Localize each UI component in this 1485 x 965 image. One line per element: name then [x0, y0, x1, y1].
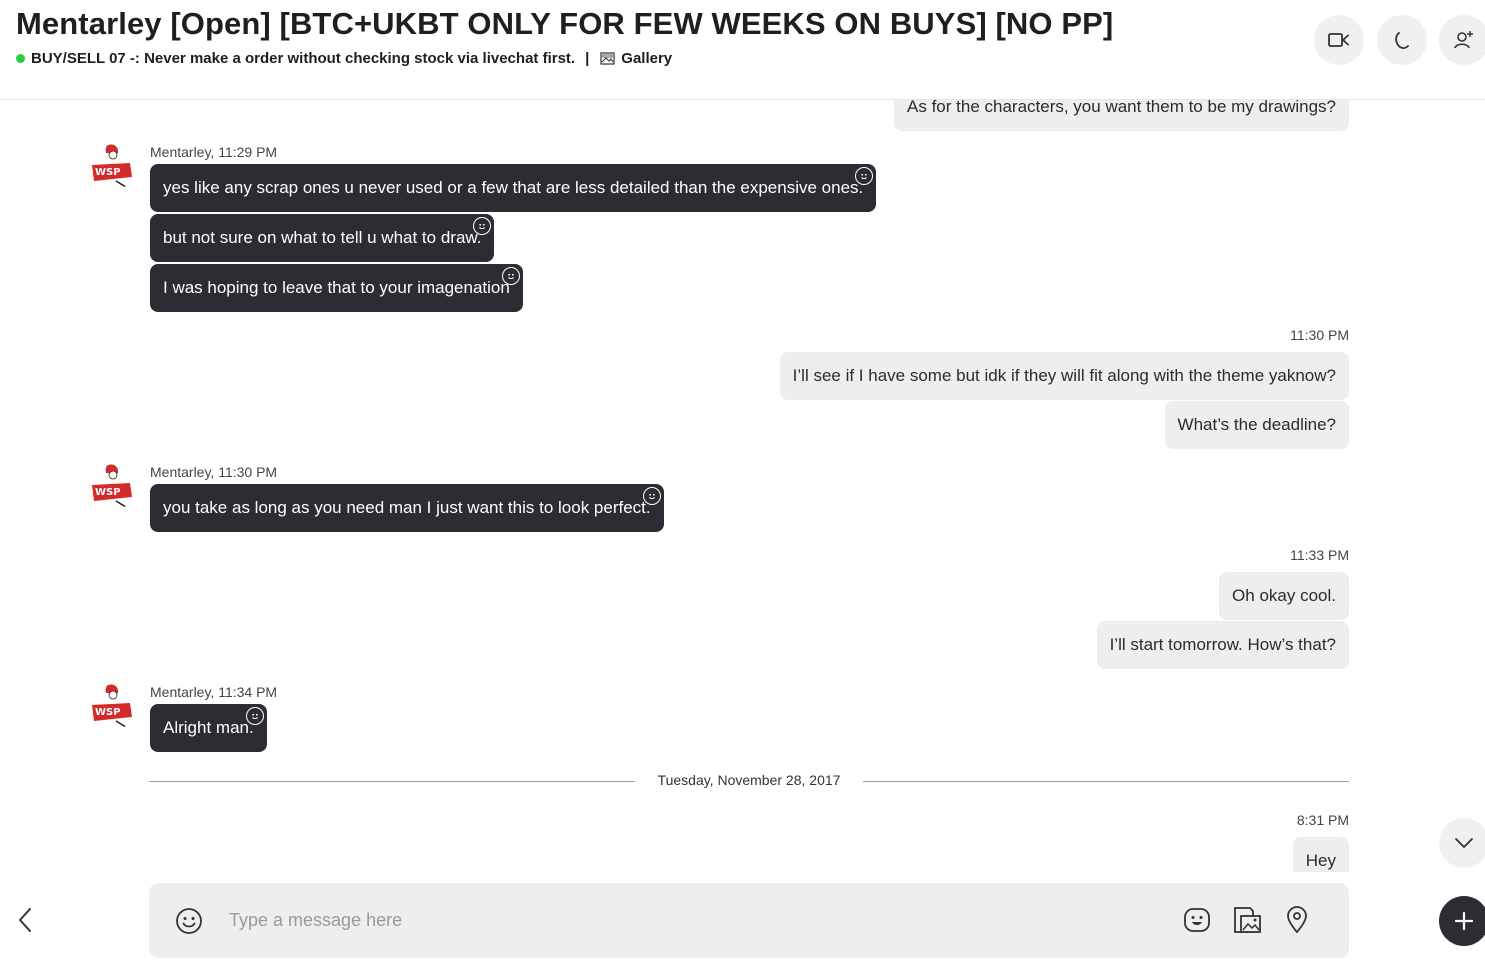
outgoing-message[interactable]: I’ll start tomorrow. How’s that?	[1096, 621, 1349, 669]
video-call-icon	[1328, 33, 1349, 47]
message-text: I’ll see if I have some but idk if they …	[792, 366, 1336, 385]
incoming-message[interactable]: I was hoping to leave that to your image…	[150, 264, 523, 312]
add-people-icon	[1454, 31, 1473, 49]
header-separator: |	[585, 50, 590, 67]
sticker-button[interactable]	[1182, 905, 1212, 935]
audio-call-icon	[1395, 32, 1409, 49]
emoji-button[interactable]	[175, 907, 203, 940]
svg-text:WSP: WSP	[95, 707, 121, 718]
scroll-to-bottom-button[interactable]	[1439, 818, 1485, 868]
add-reaction-icon[interactable]	[642, 487, 661, 505]
message-text: Oh okay cool.	[1232, 586, 1336, 605]
media-gallery-icon	[1234, 907, 1261, 933]
outgoing-message[interactable]: Oh okay cool.	[1219, 572, 1349, 620]
message-meta: Mentarley, 11:29 PM	[150, 144, 278, 160]
gallery-link[interactable]: Gallery	[621, 50, 672, 67]
incoming-message[interactable]: but not sure on what to tell u what to d…	[150, 214, 495, 262]
plus-icon	[1454, 911, 1474, 931]
message-meta: 11:30 PM	[1290, 327, 1349, 343]
message-meta: Mentarley, 11:34 PM	[150, 684, 278, 700]
outgoing-message[interactable]: As for the characters, you want them to …	[894, 100, 1349, 131]
emoji-icon	[176, 908, 202, 934]
gallery-icon[interactable]	[600, 52, 615, 65]
outgoing-message[interactable]: Hey	[1292, 837, 1349, 872]
scroll-down-chevron-icon	[1455, 838, 1473, 848]
date-label: Tuesday, November 28, 2017	[641, 772, 857, 788]
message-list[interactable]: As for the characters, you want them to …	[0, 100, 1485, 872]
message-text: I’ll start tomorrow. How’s that?	[1109, 635, 1336, 654]
date-separator: Tuesday, November 28, 2017	[149, 772, 1349, 792]
location-button[interactable]	[1282, 905, 1312, 935]
video-call-button[interactable]	[1314, 15, 1364, 65]
message-text: I was hoping to leave that to your image…	[163, 278, 510, 297]
back-button[interactable]	[12, 905, 38, 935]
svg-text:WSP: WSP	[95, 167, 121, 178]
add-reaction-icon[interactable]	[245, 707, 264, 725]
status-message: BUY/SELL 07 -: Never make a order withou…	[31, 50, 576, 67]
location-icon	[1287, 906, 1307, 934]
avatar[interactable]: WSP	[86, 461, 136, 511]
message-text: As for the characters, you want them to …	[907, 100, 1336, 116]
message-text: you take as long as you need man I just …	[163, 498, 651, 517]
media-gallery-button[interactable]	[1232, 905, 1262, 935]
add-reaction-icon[interactable]	[473, 217, 492, 235]
svg-text:WSP: WSP	[95, 487, 121, 498]
message-input[interactable]	[229, 905, 1129, 935]
message-composer	[149, 883, 1349, 958]
online-status-dot	[16, 54, 25, 63]
avatar[interactable]: WSP	[86, 141, 136, 191]
message-meta: 11:33 PM	[1290, 547, 1349, 563]
message-text: yes like any scrap ones u never used or …	[163, 178, 864, 197]
message-text: Alright man.	[163, 718, 254, 737]
message-text: but not sure on what to tell u what to d…	[163, 228, 482, 247]
sticker-icon	[1184, 908, 1210, 932]
conversation-status-line: BUY/SELL 07 -: Never make a order withou…	[16, 50, 672, 67]
audio-call-button[interactable]	[1377, 15, 1427, 65]
outgoing-message[interactable]: I’ll see if I have some but idk if they …	[779, 352, 1349, 400]
conversation-title: Mentarley [Open] [BTC+UKBT ONLY FOR FEW …	[16, 6, 1114, 41]
incoming-message[interactable]: yes like any scrap ones u never used or …	[150, 164, 877, 212]
incoming-message[interactable]: Alright man.	[150, 704, 267, 752]
message-text: What’s the deadline?	[1177, 415, 1336, 434]
incoming-message[interactable]: you take as long as you need man I just …	[150, 484, 664, 532]
message-meta: Mentarley, 11:30 PM	[150, 464, 278, 480]
chat-header: Mentarley [Open] [BTC+UKBT ONLY FOR FEW …	[0, 0, 1485, 100]
message-meta: 8:31 PM	[1296, 812, 1349, 828]
avatar[interactable]: WSP	[86, 681, 136, 731]
add-people-button[interactable]	[1439, 15, 1485, 65]
back-chevron-icon	[19, 908, 31, 932]
outgoing-message[interactable]: What’s the deadline?	[1164, 401, 1349, 449]
message-text: Hey	[1305, 851, 1336, 870]
more-options-button[interactable]	[1439, 896, 1485, 946]
add-reaction-icon[interactable]	[501, 267, 520, 285]
add-reaction-icon[interactable]	[855, 167, 874, 185]
